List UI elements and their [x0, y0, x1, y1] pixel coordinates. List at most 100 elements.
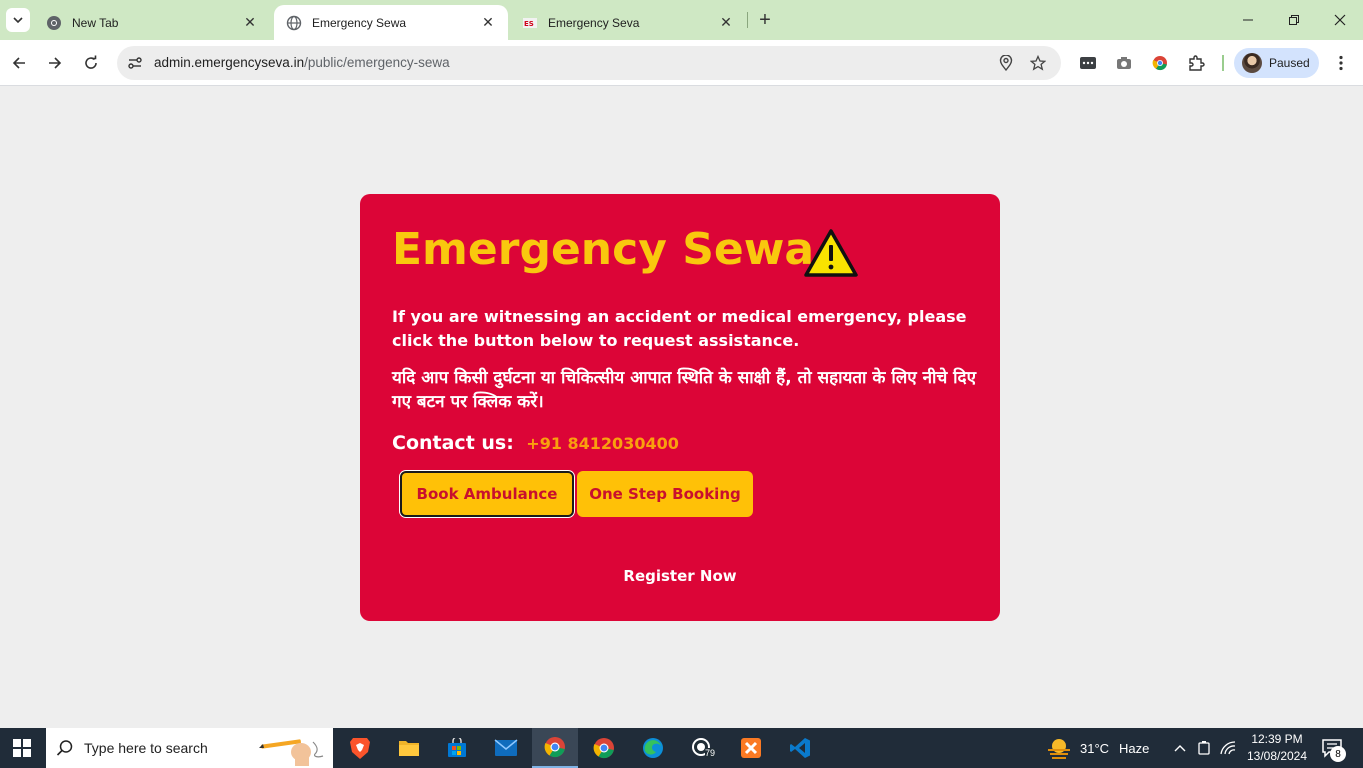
profile-status-label: Paused: [1269, 56, 1310, 70]
restore-button[interactable]: [1271, 0, 1317, 40]
network-tray-button[interactable]: [1218, 738, 1238, 758]
svg-text:ES: ES: [524, 20, 534, 28]
weather-condition: Haze: [1119, 740, 1150, 756]
profile-button[interactable]: Paused: [1234, 48, 1319, 78]
contact-phone-link[interactable]: +91 8412030400: [526, 434, 679, 453]
tab-title: New Tab: [72, 15, 119, 30]
one-step-booking-button[interactable]: One Step Booking: [577, 471, 753, 517]
puzzle-icon: [1189, 55, 1205, 71]
windows-taskbar: Type here to search 79 31°C Haze 12:39 P…: [0, 728, 1363, 768]
taskbar-vscode[interactable]: [777, 728, 823, 768]
address-bar[interactable]: admin.emergencyseva.in/public/emergency-…: [117, 46, 1061, 80]
tab-search-button[interactable]: [6, 8, 30, 32]
restore-icon: [1289, 15, 1299, 25]
browser-toolbar: admin.emergencyseva.in/public/emergency-…: [0, 40, 1363, 86]
chevron-down-icon: [13, 17, 23, 24]
taskbar-whatsapp[interactable]: 79: [679, 728, 725, 768]
page-title: Emergency Sewa: [392, 224, 815, 275]
clock-date: 13/08/2024: [1246, 749, 1308, 763]
chrome-icon: [544, 737, 565, 758]
site-logo-icon: ES: [522, 15, 538, 31]
arrow-right-icon: [49, 57, 62, 69]
taskbar-chrome-profile[interactable]: [581, 728, 627, 768]
system-clock[interactable]: 12:39 PM 13/08/2024: [1244, 731, 1310, 765]
bookmark-star-icon[interactable]: [1028, 53, 1048, 73]
new-tab-button[interactable]: +: [753, 8, 777, 32]
reload-button[interactable]: [75, 47, 107, 79]
close-tab-icon[interactable]: ✕: [480, 14, 496, 31]
taskbar-search-box[interactable]: Type here to search: [46, 728, 333, 768]
notification-count-badge: 8: [1330, 746, 1346, 762]
start-button[interactable]: [0, 728, 44, 768]
tab-strip: New Tab ✕ Emergency Sewa ✕ ES Emergency …: [0, 0, 1363, 40]
power-plug-icon: [1198, 741, 1210, 755]
minimize-button[interactable]: [1225, 0, 1271, 40]
url-path: /public/emergency-sewa: [304, 55, 450, 70]
reload-icon: [85, 55, 97, 69]
taskbar-xampp[interactable]: [728, 728, 774, 768]
tab-new-tab[interactable]: New Tab ✕: [34, 5, 270, 40]
taskbar-brave[interactable]: [337, 728, 383, 768]
contact-info: Contact us: +91 8412030400: [392, 432, 679, 454]
show-hidden-icons-button[interactable]: [1170, 738, 1190, 758]
extensions-button[interactable]: [1180, 47, 1212, 79]
arrow-left-icon: [12, 57, 25, 69]
close-window-button[interactable]: [1317, 0, 1363, 40]
tab-title: Emergency Seva: [548, 15, 640, 30]
warning-icon: [804, 229, 858, 277]
extension-media-button[interactable]: [1072, 47, 1104, 79]
close-icon: [1334, 14, 1346, 26]
taskbar-edge[interactable]: [630, 728, 676, 768]
description-english: If you are witnessing an accident or med…: [392, 307, 967, 350]
minimize-icon: [1243, 19, 1253, 21]
xampp-icon: [741, 738, 761, 758]
contact-label: Contact us:: [392, 432, 514, 454]
book-ambulance-button[interactable]: Book Ambulance: [400, 471, 574, 517]
toolbar-divider: [1222, 55, 1224, 71]
chrome-profile-icon: [593, 738, 614, 759]
tab-emergency-seva[interactable]: ES Emergency Seva ✕: [510, 5, 746, 40]
weather-temperature: 31°C: [1080, 740, 1110, 756]
tab-title: Emergency Sewa: [312, 15, 407, 30]
weather-widget[interactable]: 31°C Haze: [1046, 728, 1149, 768]
taskbar-file-explorer[interactable]: [386, 728, 432, 768]
globe-icon: [286, 15, 302, 31]
wifi-icon: [1220, 741, 1236, 755]
avatar: [1242, 53, 1262, 73]
whatsapp-badge: 79: [705, 748, 716, 758]
chrome-icon: [46, 15, 62, 31]
haze-sun-icon: [1048, 739, 1070, 759]
battery-tray-button[interactable]: [1194, 738, 1214, 758]
tab-separator: [747, 12, 748, 28]
close-tab-icon[interactable]: ✕: [242, 14, 258, 31]
forward-button[interactable]: [39, 47, 71, 79]
search-icon: [56, 740, 73, 756]
location-pin-icon[interactable]: [996, 53, 1016, 73]
windows-logo-icon: [13, 739, 31, 757]
store-icon: [448, 738, 466, 757]
chrome-color-icon: [1152, 56, 1167, 71]
clock-time: 12:39 PM: [1251, 732, 1303, 746]
more-vertical-icon: [1339, 55, 1343, 71]
url-host: admin.emergencyseva.in: [154, 55, 305, 70]
taskbar-search-placeholder: Type here to search: [84, 740, 208, 756]
media-extension-icon: [1080, 57, 1096, 69]
screenshot-extension-button[interactable]: [1108, 47, 1140, 79]
browser-menu-button[interactable]: [1325, 47, 1357, 79]
url-text: admin.emergencyseva.in/public/emergency-…: [154, 55, 450, 70]
pencil-hand-illustration-icon: [259, 739, 324, 766]
tab-emergency-sewa[interactable]: Emergency Sewa ✕: [274, 5, 508, 40]
back-button[interactable]: [3, 47, 35, 79]
close-tab-icon[interactable]: ✕: [718, 14, 734, 31]
taskbar-chrome-active[interactable]: [532, 728, 578, 768]
taskbar-mail[interactable]: [483, 728, 529, 768]
vscode-icon: [790, 738, 810, 758]
taskbar-microsoft-store[interactable]: [434, 728, 480, 768]
brave-browser-icon: [350, 738, 370, 759]
chrome-extension-button[interactable]: [1144, 47, 1176, 79]
camera-icon: [1117, 57, 1131, 69]
mail-icon: [494, 739, 518, 756]
register-now-link[interactable]: Register Now: [360, 567, 1000, 585]
edge-icon: [643, 738, 663, 758]
site-info-icon[interactable]: [123, 51, 147, 75]
